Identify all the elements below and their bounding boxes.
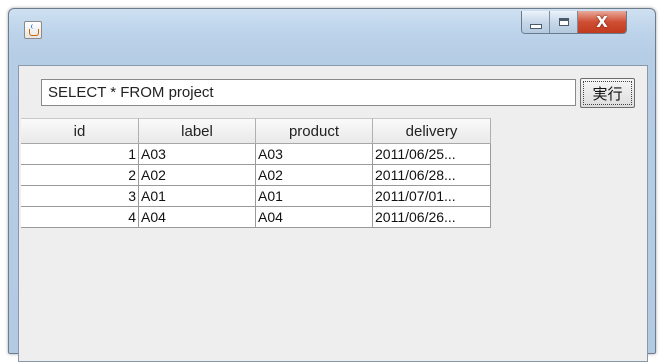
cell-label[interactable]: A01: [139, 186, 256, 207]
cell-delivery[interactable]: 2011/07/01...: [373, 186, 491, 207]
minimize-icon: [529, 23, 542, 29]
cell-id[interactable]: 1: [21, 144, 139, 165]
close-button[interactable]: X: [578, 11, 626, 33]
table-row[interactable]: 4 A04 A04 2011/06/26...: [21, 207, 491, 228]
table-row[interactable]: 2 A02 A02 2011/06/28...: [21, 165, 491, 186]
close-icon: X: [596, 13, 608, 31]
table-body: 1 A03 A03 2011/06/25... 2 A02 A02 2011/0…: [21, 144, 491, 228]
column-header-delivery[interactable]: delivery: [373, 118, 491, 144]
cell-label[interactable]: A02: [139, 165, 256, 186]
cell-product[interactable]: A03: [256, 144, 373, 165]
sql-query-input[interactable]: [41, 79, 576, 106]
cell-delivery[interactable]: 2011/06/25...: [373, 144, 491, 165]
column-header-label[interactable]: label: [139, 118, 256, 144]
cell-label[interactable]: A04: [139, 207, 256, 228]
cell-label[interactable]: A03: [139, 144, 256, 165]
client-area: 実行 id label product delivery 1 A03 A03 2…: [18, 65, 648, 362]
results-table[interactable]: id label product delivery 1 A03 A03 2011…: [21, 118, 641, 358]
window-caption-buttons: X: [521, 11, 627, 34]
column-header-product[interactable]: product: [256, 118, 373, 144]
cell-delivery[interactable]: 2011/06/26...: [373, 207, 491, 228]
cell-id[interactable]: 2: [21, 165, 139, 186]
cell-id[interactable]: 4: [21, 207, 139, 228]
cell-product[interactable]: A02: [256, 165, 373, 186]
table-row[interactable]: 3 A01 A01 2011/07/01...: [21, 186, 491, 207]
column-header-id[interactable]: id: [21, 118, 139, 144]
table-row[interactable]: 1 A03 A03 2011/06/25...: [21, 144, 491, 165]
run-button-label: 実行: [583, 81, 632, 105]
cell-product[interactable]: A01: [256, 186, 373, 207]
minimize-button[interactable]: [522, 11, 550, 33]
maximize-icon: [558, 18, 569, 26]
java-cup-icon[interactable]: [24, 21, 42, 39]
cell-id[interactable]: 3: [21, 186, 139, 207]
cell-delivery[interactable]: 2011/06/28...: [373, 165, 491, 186]
run-button[interactable]: 実行: [580, 78, 635, 108]
table-header: id label product delivery: [21, 118, 491, 144]
cell-product[interactable]: A04: [256, 207, 373, 228]
app-window: X 実行 id label product delivery 1 A03 A03…: [8, 8, 656, 362]
maximize-button[interactable]: [550, 11, 578, 33]
